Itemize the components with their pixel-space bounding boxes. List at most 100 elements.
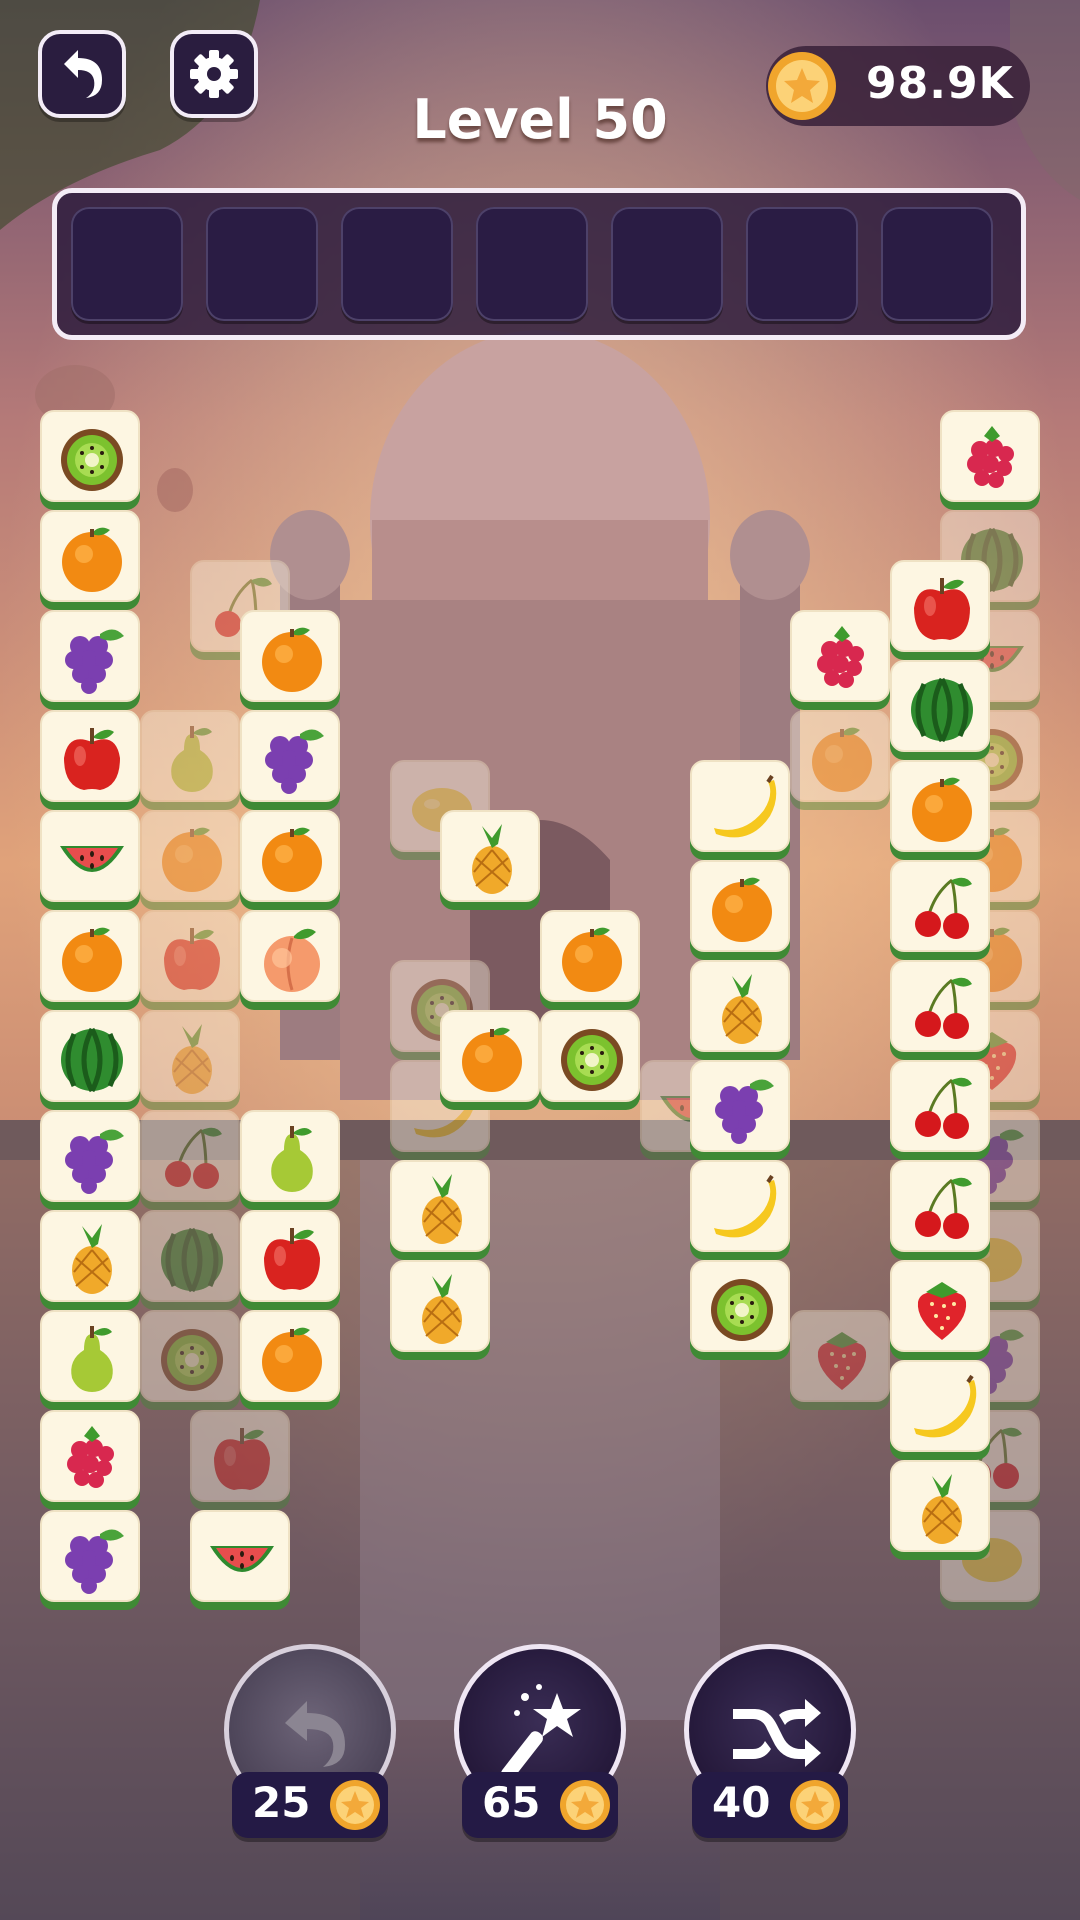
- fruit-tile-orange[interactable]: [40, 510, 140, 610]
- fruit-tile-cherry: [140, 1110, 240, 1210]
- shuffle-cost: 40: [712, 1778, 771, 1827]
- fruit-tile-apple[interactable]: [40, 710, 140, 810]
- orange-icon: [262, 827, 322, 892]
- tile-board: [0, 0, 1080, 1920]
- fruit-tile-cherry[interactable]: [890, 1160, 990, 1260]
- cherry-icon: [915, 1177, 972, 1239]
- fruit-tile-orange: [790, 710, 890, 810]
- fruit-tile-orange[interactable]: [890, 760, 990, 860]
- apple-icon: [914, 578, 970, 640]
- fruit-tile-grapes[interactable]: [40, 1110, 140, 1210]
- orange-icon: [812, 727, 872, 792]
- orange-icon: [562, 927, 622, 992]
- fruit-tile-grapes[interactable]: [690, 1060, 790, 1160]
- pear-icon: [271, 1126, 313, 1192]
- strawberry-icon: [917, 1282, 967, 1340]
- fruit-tile-banana[interactable]: [890, 1360, 990, 1460]
- orange-icon: [62, 527, 122, 592]
- fruit-tile-kiwi[interactable]: [540, 1010, 640, 1110]
- pineapple-icon: [72, 1224, 112, 1294]
- fruit-tile-grapes[interactable]: [40, 610, 140, 710]
- raspberry-icon: [817, 626, 864, 688]
- fruit-tile-orange: [140, 810, 240, 910]
- fruit-tile-melon[interactable]: [40, 1010, 140, 1110]
- fruit-tile-watermelon[interactable]: [40, 810, 140, 910]
- fruit-tile-orange[interactable]: [240, 1310, 340, 1410]
- apple-icon: [164, 928, 220, 990]
- undo-price: 25: [232, 1772, 388, 1838]
- raspberry-icon: [67, 1426, 114, 1488]
- pineapple-icon: [172, 1024, 212, 1094]
- grapes-icon: [65, 1129, 124, 1194]
- banana-icon: [914, 1374, 977, 1438]
- cherry-icon: [915, 1077, 972, 1139]
- fruit-tile-peach[interactable]: [240, 910, 340, 1010]
- fruit-tile-melon: [140, 1210, 240, 1310]
- fruit-tile-pear[interactable]: [40, 1310, 140, 1410]
- melon-icon: [61, 1027, 123, 1093]
- fruit-tile-kiwi: [140, 1310, 240, 1410]
- cherry-icon: [165, 1127, 222, 1189]
- fruit-tile-apple[interactable]: [240, 1210, 340, 1310]
- fruit-tile-pineapple: [140, 1010, 240, 1110]
- fruit-tile-pineapple[interactable]: [390, 1160, 490, 1260]
- fruit-tile-apple[interactable]: [890, 560, 990, 660]
- orange-icon: [912, 777, 972, 842]
- grapes-icon: [65, 629, 124, 694]
- pineapple-icon: [722, 974, 762, 1044]
- undo-icon: [285, 1701, 345, 1767]
- pear-icon: [171, 726, 213, 792]
- fruit-tile-strawberry[interactable]: [890, 1260, 990, 1360]
- pineapple-icon: [422, 1174, 462, 1244]
- fruit-tile-kiwi[interactable]: [40, 410, 140, 510]
- fruit-tile-raspberry[interactable]: [940, 410, 1040, 510]
- fruit-tile-grapes[interactable]: [40, 1510, 140, 1610]
- melon-icon: [911, 677, 973, 743]
- magic-wand-price: 65: [462, 1772, 618, 1838]
- fruit-tile-orange[interactable]: [40, 910, 140, 1010]
- grapes-icon: [265, 729, 324, 794]
- fruit-tile-orange[interactable]: [240, 610, 340, 710]
- fruit-tile-grapes[interactable]: [240, 710, 340, 810]
- fruit-tile-orange[interactable]: [240, 810, 340, 910]
- fruit-tile-pineapple[interactable]: [40, 1210, 140, 1310]
- apple-icon: [64, 728, 120, 790]
- grapes-icon: [715, 1079, 774, 1144]
- fruit-tile-pear[interactable]: [240, 1110, 340, 1210]
- peach-icon: [264, 928, 320, 992]
- watermelon-icon: [60, 846, 124, 872]
- fruit-tile-orange[interactable]: [540, 910, 640, 1010]
- raspberry-icon: [967, 426, 1014, 488]
- fruit-tile-cherry[interactable]: [890, 960, 990, 1060]
- pear-icon: [71, 1326, 113, 1392]
- fruit-tile-strawberry: [790, 1310, 890, 1410]
- fruit-tile-raspberry[interactable]: [40, 1410, 140, 1510]
- fruit-tile-orange[interactable]: [440, 1010, 540, 1110]
- fruit-tile-banana[interactable]: [690, 760, 790, 860]
- fruit-tile-pineapple[interactable]: [690, 960, 790, 1060]
- fruit-tile-watermelon[interactable]: [190, 1510, 290, 1610]
- cherry-icon: [915, 877, 972, 939]
- fruit-tile-banana[interactable]: [690, 1160, 790, 1260]
- shuffle-icon: [733, 1699, 821, 1767]
- kiwi-icon: [561, 1029, 623, 1091]
- kiwi-icon: [161, 1329, 223, 1391]
- fruit-tile-pineapple[interactable]: [890, 1460, 990, 1560]
- fruit-tile-cherry[interactable]: [890, 1060, 990, 1160]
- fruit-tile-raspberry[interactable]: [790, 610, 890, 710]
- melon-icon: [161, 1227, 223, 1293]
- banana-icon: [714, 774, 777, 838]
- fruit-tile-pineapple[interactable]: [440, 810, 540, 910]
- pineapple-icon: [922, 1474, 962, 1544]
- fruit-tile-orange[interactable]: [690, 860, 790, 960]
- coin-icon: [560, 1780, 610, 1830]
- magic-wand-cost: 65: [482, 1778, 541, 1827]
- cherry-icon: [915, 977, 972, 1039]
- fruit-tile-cherry[interactable]: [890, 860, 990, 960]
- orange-icon: [62, 927, 122, 992]
- fruit-tile-kiwi[interactable]: [690, 1260, 790, 1360]
- pineapple-icon: [422, 1274, 462, 1344]
- fruit-tile-melon[interactable]: [890, 660, 990, 760]
- fruit-tile-pineapple[interactable]: [390, 1260, 490, 1360]
- strawberry-icon: [817, 1332, 867, 1390]
